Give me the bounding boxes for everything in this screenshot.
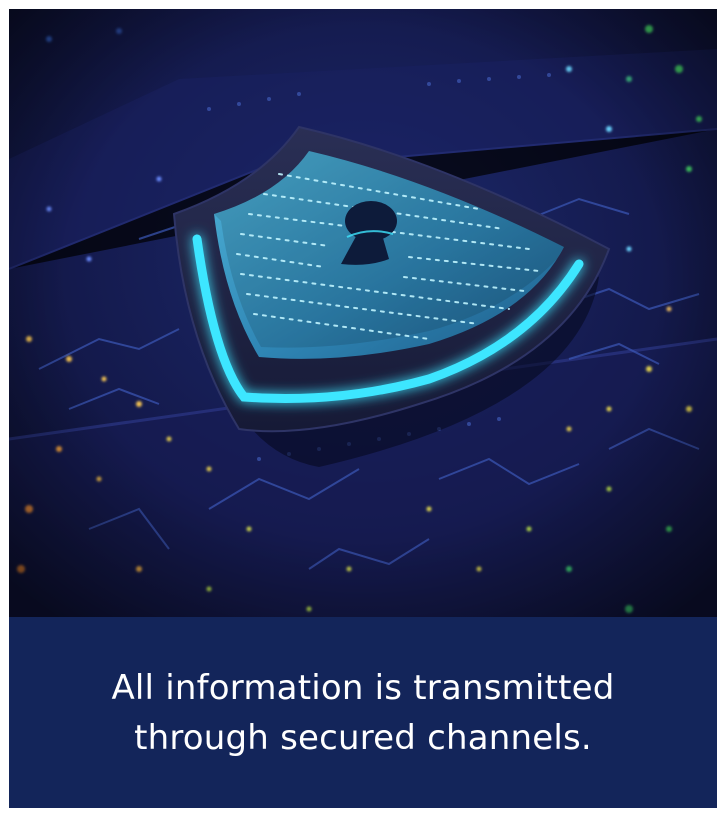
security-card: All information is transmitted through s…: [9, 9, 717, 808]
circuit-shield-illustration: [9, 9, 717, 617]
security-hero-image: [9, 9, 717, 617]
caption-panel: All information is transmitted through s…: [9, 617, 717, 808]
security-caption: All information is transmitted through s…: [111, 667, 615, 758]
